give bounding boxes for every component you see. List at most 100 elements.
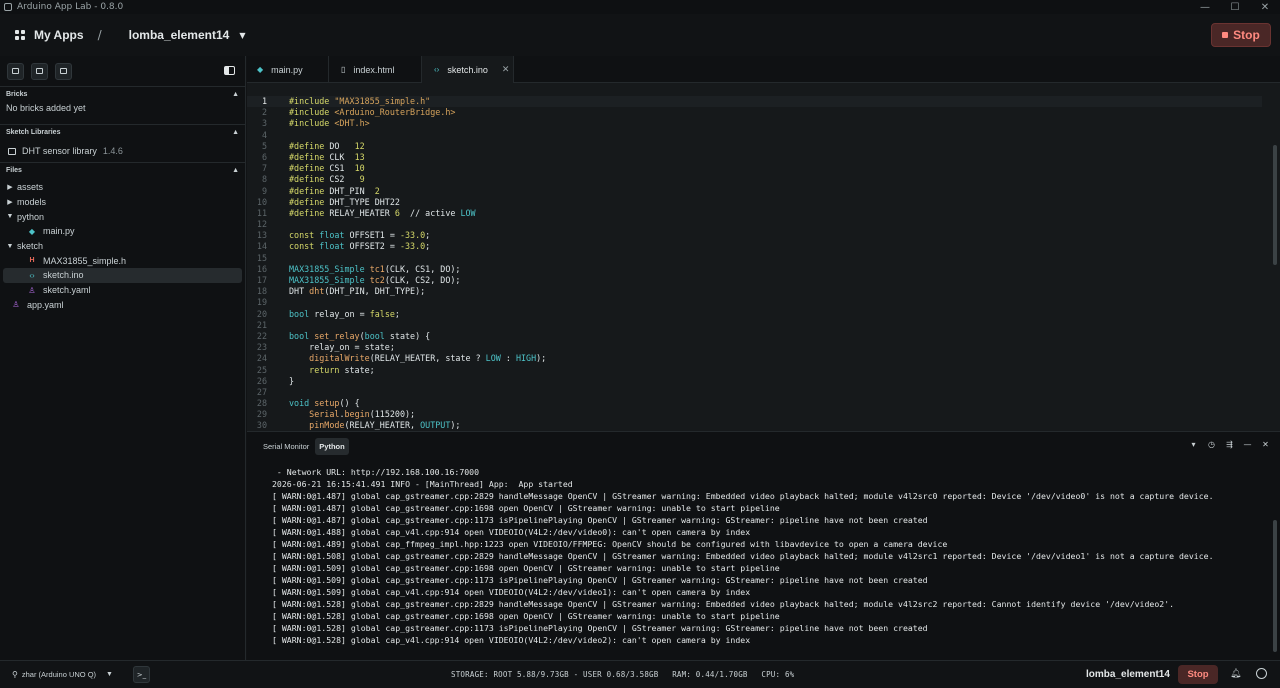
code-token: #define bbox=[289, 140, 330, 151]
yaml-icon: ♙ bbox=[12, 300, 20, 310]
tab-sketch-ino[interactable]: ‹› sketch.ino ✕ bbox=[422, 56, 514, 83]
tree-item-label: assets bbox=[17, 182, 44, 193]
files-section-header[interactable]: Files ▲ bbox=[0, 162, 245, 178]
bricks-section-header[interactable]: Bricks ▲ bbox=[0, 86, 245, 102]
code-token: (RELAY_HEATER, bbox=[344, 420, 421, 431]
code-token: ; bbox=[425, 230, 431, 241]
console-line: [ WARN:0@1.487] global cap_gstreamer.cpp… bbox=[272, 515, 928, 525]
file-item[interactable]: ♙ sketch.yaml bbox=[0, 283, 245, 298]
close-window-icon[interactable]: ✕ bbox=[1250, 0, 1280, 14]
code-token: () { bbox=[339, 398, 360, 409]
code-line: 15 bbox=[247, 253, 1262, 264]
add-library-button[interactable] bbox=[31, 62, 48, 80]
autoscroll-icon[interactable]: ⇶ bbox=[1225, 440, 1234, 449]
tab-python[interactable]: Python bbox=[315, 437, 349, 455]
tab-main-py[interactable]: ◆ main.py bbox=[247, 56, 329, 83]
console-line: [ WARN:0@1.509] global cap_gstreamer.cpp… bbox=[272, 563, 780, 573]
code-line: 1 #include "MAX31855_simple.h" bbox=[247, 96, 1262, 108]
yaml-icon: ♙ bbox=[28, 285, 36, 295]
code-token: bool bbox=[289, 308, 315, 319]
code-text: digitalWrite(RELAY_HEATER, state ? LOW :… bbox=[289, 353, 546, 364]
line-number: 21 bbox=[256, 319, 267, 330]
filter-icon[interactable]: ▾ bbox=[1189, 440, 1198, 449]
code-token: (CLK, CS1, DO); bbox=[384, 263, 461, 274]
code-line: 7 #define CS1 10 bbox=[247, 163, 1262, 174]
minimize-icon[interactable]: — bbox=[1190, 0, 1220, 14]
code-token: -33.0 bbox=[399, 241, 426, 252]
chevron-down-icon[interactable]: ▼ bbox=[239, 31, 245, 40]
console-scrollbar[interactable] bbox=[1273, 520, 1277, 652]
folder-item[interactable]: ▶ models bbox=[0, 195, 245, 210]
code-token: relay_on = state; bbox=[289, 342, 395, 353]
library-item[interactable]: DHT sensor library 1.4.6 bbox=[0, 140, 245, 162]
code-token: ; bbox=[425, 241, 431, 252]
line-number: 11 bbox=[256, 207, 267, 218]
code-editor[interactable]: 1 #include "MAX31855_simple.h" 2 #include <… bbox=[247, 83, 1280, 431]
line-number: 18 bbox=[256, 286, 267, 297]
line-number: 20 bbox=[256, 308, 267, 319]
my-apps-link[interactable]: My Apps bbox=[34, 28, 84, 42]
line-number: 24 bbox=[256, 353, 267, 364]
board-selector[interactable]: ⚲ zhar (Arduino UNO Q) ▼ bbox=[12, 670, 113, 679]
code-text: pinMode(RELAY_HEATER, OUTPUT); bbox=[289, 420, 460, 431]
code-token: (CLK, CS2, DO); bbox=[384, 275, 461, 285]
file-item[interactable]: ♙ app.yaml bbox=[0, 298, 245, 313]
output-panel-actions: ▾ ◷ ⇶ — ✕ bbox=[1189, 440, 1270, 449]
app-name-selector[interactable]: lomba_element14 bbox=[129, 28, 230, 42]
stop-app-button[interactable]: Stop bbox=[1178, 665, 1218, 684]
chevron-up-icon[interactable]: ▲ bbox=[232, 167, 239, 174]
code-line: 8 #define CS2 9 bbox=[247, 174, 1262, 185]
output-panel: Serial Monitor Python ▾ ◷ ⇶ — ✕ - Networ… bbox=[247, 431, 1280, 660]
apps-grid-icon[interactable] bbox=[15, 30, 25, 40]
folder-item[interactable]: ▼ sketch bbox=[0, 239, 245, 254]
libraries-section-header[interactable]: Sketch Libraries ▲ bbox=[0, 124, 245, 140]
console-output[interactable]: - Network URL: http://192.168.100.16:700… bbox=[272, 460, 1262, 660]
globe-icon[interactable] bbox=[1256, 668, 1267, 679]
code-token: CS2 bbox=[329, 174, 360, 185]
bell-icon[interactable]: 🔔︎ bbox=[1230, 669, 1241, 679]
code-token: ); bbox=[450, 420, 461, 431]
code-line: 20 bool relay_on = false; bbox=[247, 309, 1262, 320]
line-number: 10 bbox=[256, 196, 267, 207]
code-line: 28 void setup() { bbox=[247, 398, 1262, 409]
chevron-up-icon[interactable]: ▲ bbox=[232, 129, 239, 136]
code-line: 29 Serial.begin(115200); bbox=[247, 409, 1262, 420]
sidebar-toggle-icon[interactable] bbox=[224, 66, 235, 75]
editor-scrollbar[interactable] bbox=[1273, 145, 1277, 265]
window-controls: — ☐ ✕ bbox=[1190, 0, 1280, 14]
folder-item[interactable]: ▼ python bbox=[0, 209, 245, 224]
storage-stat: STORAGE: ROOT 5.88/9.73GB - USER 0.68/3.… bbox=[451, 670, 659, 679]
stop-button[interactable]: Stop bbox=[1211, 23, 1271, 47]
minimize-panel-icon[interactable]: — bbox=[1243, 440, 1252, 449]
folder-item[interactable]: ▶ assets bbox=[0, 180, 245, 195]
line-number: 7 bbox=[261, 163, 267, 174]
timestamp-icon[interactable]: ◷ bbox=[1207, 440, 1216, 449]
file-item[interactable]: ‹› sketch.ino bbox=[3, 268, 242, 283]
console-line: [ WARN:0@1.528] global cap_gstreamer.cpp… bbox=[272, 611, 780, 621]
add-brick-button[interactable] bbox=[7, 62, 24, 80]
file-item[interactable]: H MAX31855_simple.h bbox=[0, 253, 245, 268]
code-text: const float OFFSET2 = -33.0; bbox=[289, 241, 430, 252]
tree-item-label: MAX31855_simple.h bbox=[43, 255, 127, 266]
close-tab-icon[interactable]: ✕ bbox=[502, 64, 510, 75]
tab-index-html[interactable]: ▯ index.html bbox=[329, 56, 422, 83]
maximize-icon[interactable]: ☐ bbox=[1220, 0, 1250, 14]
line-number: 25 bbox=[256, 364, 267, 375]
code-text: relay_on = state; bbox=[289, 342, 395, 353]
code-text: #define DHT_PIN 2 bbox=[289, 186, 380, 197]
tab-serial-monitor[interactable]: Serial Monitor bbox=[259, 438, 313, 455]
new-file-button[interactable] bbox=[55, 62, 72, 80]
chevron-down-icon: ▼ bbox=[6, 213, 14, 221]
close-panel-icon[interactable]: ✕ bbox=[1261, 440, 1270, 449]
line-number: 14 bbox=[256, 241, 267, 252]
tree-item-label: sketch bbox=[17, 241, 44, 252]
file-item[interactable]: ◆ main.py bbox=[0, 224, 245, 239]
code-token: <DHT.h> bbox=[334, 118, 370, 129]
code-text: #define CS1 10 bbox=[289, 163, 365, 174]
code-line: 11 #define RELAY_HEATER 6 // active LOW bbox=[247, 208, 1262, 219]
terminal-button[interactable]: >_ bbox=[132, 666, 150, 683]
chevron-up-icon[interactable]: ▲ bbox=[232, 91, 239, 98]
code-text: return state; bbox=[289, 365, 375, 376]
code-token: 13 bbox=[354, 151, 365, 162]
